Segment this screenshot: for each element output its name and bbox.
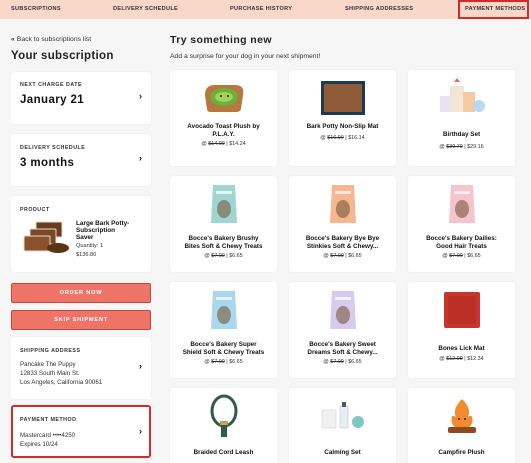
section-subtitle: Add a surprise for your dog in your next… — [170, 53, 321, 60]
delivery-schedule-label: DELIVERY SCHEDULE — [20, 145, 86, 151]
chevron-right-icon: › — [139, 361, 142, 371]
product-card[interactable]: PRODUCT Large Bark Potty- Subscription S… — [11, 196, 151, 272]
payment-card-expiry: Expires 10/24 — [20, 441, 58, 448]
treat-bag-blue-image — [170, 288, 277, 332]
payment-method-card[interactable]: PAYMENT METHOD Mastercard ••••4250 Expir… — [11, 405, 151, 458]
campfire-plush-image — [408, 394, 515, 438]
product-name: Bark Potty Non-Slip Mat — [306, 123, 379, 130]
top-nav: SUBSCRIPTIONS DELIVERY SCHEDULE PURCHASE… — [0, 0, 531, 19]
product-price: @ $30.70 | $29.16 — [439, 144, 484, 150]
product-name: Bocce's Bakery Sweet — [309, 341, 376, 348]
avocado-toast-plush-image — [170, 76, 277, 120]
product-price: @ $7.00 | $6.65 — [204, 253, 243, 259]
product-name: Bones Lick Mat — [438, 345, 485, 352]
product-name: Avocado Toast Plush by — [187, 123, 260, 130]
product-price: @ $7.00 | $6.65 — [323, 253, 362, 259]
treat-bag-peach-image — [289, 182, 396, 226]
non-slip-mat-image — [289, 76, 396, 120]
skip-shipment-button[interactable]: SKIP SHIPMENT — [11, 310, 151, 330]
lick-mat-image — [408, 288, 515, 332]
product-tile[interactable]: Bark Potty Non-Slip Mat @ $16.99 | $16.1… — [289, 70, 396, 166]
next-charge-label: NEXT CHARGE DATE — [20, 82, 83, 88]
product-tile[interactable]: Avocado Toast Plush by P.L.A.Y. @ $14.99… — [170, 70, 277, 166]
product-tile[interactable]: Braided Cord Leash — [170, 388, 277, 463]
product-name: Bocce's Bakery Bye Bye — [305, 235, 380, 242]
nav-subscriptions[interactable]: SUBSCRIPTIONS — [11, 0, 61, 19]
product-name: Bocce's Bakery Super — [190, 341, 257, 348]
nav-shipping-addresses[interactable]: SHIPPING ADDRESSES — [345, 0, 413, 19]
page-title: Your subscription — [11, 50, 114, 62]
back-link-label: Back to subscriptions list — [16, 36, 92, 43]
section-title: Try something new — [170, 34, 272, 46]
product-name: Birthday Set — [442, 131, 481, 138]
chevron-right-icon: › — [139, 426, 142, 436]
nav-delivery-schedule[interactable]: DELIVERY SCHEDULE — [113, 0, 178, 19]
treat-bag-pink-image — [408, 182, 515, 226]
next-charge-card[interactable]: NEXT CHARGE DATE January 21 › — [11, 72, 151, 124]
product-name-2: P.L.A.Y. — [212, 131, 235, 138]
product-tile[interactable]: Bocce's Bakery Sweet Dreams Soft & Chewy… — [289, 282, 396, 378]
payment-method-label: PAYMENT METHOD — [20, 417, 77, 423]
product-name-2: Stinkies Soft & Chewy... — [306, 243, 379, 250]
product-price: @ $12.99 | $12.34 — [439, 356, 484, 362]
product-tile[interactable]: Bocce's Bakery Dailies: Good Hair Treats… — [408, 176, 515, 272]
order-now-button[interactable]: ORDER NOW — [11, 283, 151, 303]
product-name: Bocce's Bakery Brushy — [188, 235, 259, 242]
product-tile[interactable]: Bocce's Bakery Bye Bye Stinkies Soft & C… — [289, 176, 396, 272]
product-label: PRODUCT — [20, 207, 50, 213]
delivery-schedule-value: 3 months — [20, 157, 75, 169]
birthday-set-image — [408, 76, 515, 120]
product-price: @ $7.00 | $6.65 — [323, 359, 362, 365]
product-price: @ $16.99 | $16.14 — [320, 135, 365, 141]
calming-set-image — [289, 394, 396, 438]
bark-potty-image — [20, 221, 72, 257]
product-name: Campfire Plush — [438, 449, 485, 456]
product-tile[interactable]: Birthday Set @ $30.70 | $29.16 — [408, 70, 515, 166]
product-tile[interactable]: Bocce's Bakery Brushy Bites Soft & Chewy… — [170, 176, 277, 272]
next-charge-date: January 21 — [20, 94, 85, 106]
product-tile[interactable]: Bones Lick Mat @ $12.99 | $12.34 — [408, 282, 515, 378]
back-to-subscriptions-link[interactable]: «Back to subscriptions list — [11, 36, 91, 43]
nav-payment-methods[interactable]: PAYMENT METHODS — [458, 0, 529, 19]
product-name-2: Bites Soft & Chewy Treats — [184, 243, 263, 250]
product-price: @ $14.99 | $14.24 — [201, 141, 246, 147]
chevron-right-icon: › — [139, 91, 142, 101]
product-name: Braided Cord Leash — [193, 449, 254, 456]
product-name-line3: Saver — [76, 234, 94, 241]
product-price: $136.80 — [76, 252, 97, 258]
delivery-schedule-card[interactable]: DELIVERY SCHEDULE 3 months › — [11, 134, 151, 186]
product-name-2: Shield Soft & Chewy Treats — [182, 349, 265, 356]
treat-bag-teal-image — [170, 182, 277, 226]
double-chevron-left-icon: « — [11, 36, 15, 43]
chevron-right-icon: › — [139, 153, 142, 163]
product-tile[interactable]: Bocce's Bakery Super Shield Soft & Chewy… — [170, 282, 277, 378]
product-tile[interactable]: Campfire Plush — [408, 388, 515, 463]
product-tile[interactable]: Calming Set — [289, 388, 396, 463]
product-price: @ $7.00 | $6.65 — [204, 359, 243, 365]
shipping-address-card[interactable]: SHIPPING ADDRESS Pancake The Puppy 12833… — [11, 337, 151, 399]
treat-bag-lavender-image — [289, 288, 396, 332]
product-name: Calming Set — [324, 449, 361, 456]
product-name-2: Good Hair Treats — [436, 243, 487, 250]
product-price: @ $7.00 | $6.65 — [442, 253, 481, 259]
product-name: Bocce's Bakery Dailies: — [426, 235, 497, 242]
leash-image — [170, 394, 277, 438]
shipping-city: Los Angeles, California 90061 — [20, 379, 103, 386]
product-name-2: Dreams Soft & Chewy... — [307, 349, 378, 356]
shipping-address-label: SHIPPING ADDRESS — [20, 348, 81, 354]
nav-purchase-history[interactable]: PURCHASE HISTORY — [230, 0, 292, 19]
